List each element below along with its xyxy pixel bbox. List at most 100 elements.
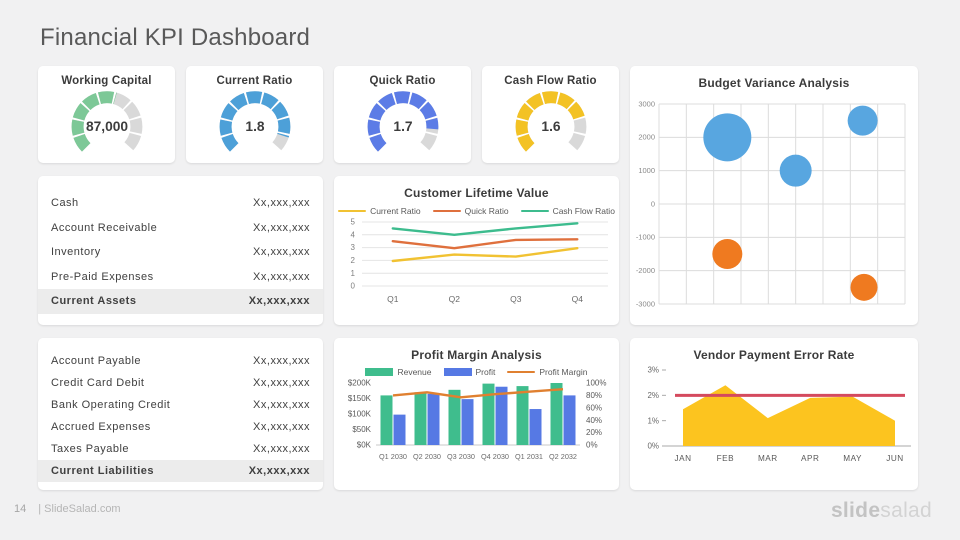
cash-flow-ratio-gauge: 1.6 <box>505 88 597 161</box>
row-value: Xx,xxx,xxx <box>253 246 310 259</box>
legend-swatch-bar <box>443 368 472 376</box>
row-value: Xx,xxx,xxx <box>248 295 310 308</box>
row-label: Account Payable <box>51 355 142 367</box>
svg-text:3%: 3% <box>647 366 659 375</box>
row-value: Xx,xxx,xxx <box>248 465 310 477</box>
legend-swatch-line <box>338 209 367 213</box>
legend-swatch-line <box>507 370 536 374</box>
svg-text:$50K: $50K <box>352 425 371 434</box>
slidesalad-logo: slidesalad <box>831 499 932 523</box>
row-value: Xx,xxx,xxx <box>253 421 310 433</box>
vendor-error-card: Vendor Payment Error Rate 3% 2% 1% 0% JAN FEB… <box>630 338 918 490</box>
svg-text:MAR: MAR <box>758 454 778 463</box>
footer-site-link: | SlideSalad.com <box>38 503 121 515</box>
svg-text:40%: 40% <box>586 416 602 425</box>
customer-lifetime-value-card: Customer Lifetime Value Current Ratio Qui… <box>334 176 619 325</box>
row-value: Xx,xxx,xxx <box>253 270 310 283</box>
profit-margin-card: Profit Margin Analysis Revenue Profit Prof… <box>334 338 619 490</box>
row-label: Cash <box>51 197 79 210</box>
clv-chart: 0 1 2 3 4 5 Q1 Q2 Q3 Q4 <box>334 216 619 308</box>
gauge-canvas: 1.8 <box>219 91 290 152</box>
row-label: Taxes Payable <box>51 443 130 455</box>
svg-text:Q2 2030: Q2 2030 <box>413 452 441 461</box>
row-label: Current Assets <box>51 295 137 308</box>
svg-text:-2000: -2000 <box>636 266 655 275</box>
table-row: Account Receivable Xx,xxx,xxx <box>38 216 323 241</box>
table-total-row: Current Assets Xx,xxx,xxx <box>38 289 323 314</box>
row-label: Bank Operating Credit <box>51 399 171 411</box>
svg-text:3: 3 <box>351 243 356 252</box>
svg-text:60%: 60% <box>586 403 602 412</box>
svg-text:FEB: FEB <box>717 454 734 463</box>
vendor-error-canvas: 3% 2% 1% 0% JAN FEB MAR APR MAY JUN <box>647 366 911 463</box>
svg-text:APR: APR <box>801 454 819 463</box>
svg-text:JAN: JAN <box>675 454 692 463</box>
vendor-error-chart: 3% 2% 1% 0% JAN FEB MAR APR MAY JUN <box>630 364 918 470</box>
row-label: Current Liabilities <box>51 465 155 477</box>
row-label: Accrued Expenses <box>51 421 151 433</box>
gauge-canvas: 87,000 <box>71 91 142 152</box>
svg-text:Q4 2030: Q4 2030 <box>481 452 509 461</box>
svg-text:Q2: Q2 <box>449 294 461 304</box>
current-ratio-gauge: 1.8 <box>209 88 301 161</box>
legend-item: Profit <box>443 367 495 377</box>
footer: 14 | SlideSalad.com <box>14 503 121 515</box>
page-title: Financial KPI Dashboard <box>40 24 311 51</box>
svg-text:Q4: Q4 <box>572 294 584 304</box>
legend-swatch-line <box>520 209 549 213</box>
legend-label: Current Ratio <box>370 206 421 216</box>
svg-text:1.8: 1.8 <box>245 119 264 134</box>
legend-item: Quick Ratio <box>432 206 509 216</box>
table-total-row: Current Liabilities Xx,xxx,xxx <box>38 460 323 482</box>
legend-label: Revenue <box>397 367 432 377</box>
svg-text:1.7: 1.7 <box>393 119 412 134</box>
current-liabilities-table: Account Payable Xx,xxx,xxx Credit Card Deb… <box>38 338 323 490</box>
profit-margin-chart: $0K $50K $100K $150K $200K 0% 20% 40% 60% 80% 100%… <box>334 377 619 467</box>
chart-title: Budget Variance Analysis <box>698 76 850 90</box>
svg-text:Q2 2032: Q2 2032 <box>549 452 577 461</box>
svg-text:2%: 2% <box>647 391 659 400</box>
budget-variance-card: Budget Variance Analysis 3000 2000 1000 0 -1… <box>630 66 918 325</box>
svg-text:0%: 0% <box>586 441 598 450</box>
legend-swatch-bar <box>365 368 394 376</box>
svg-text:0: 0 <box>351 282 356 291</box>
table-row: Accrued Expenses Xx,xxx,xxx <box>38 416 323 438</box>
legend-item: Cash Flow Ratio <box>520 206 615 216</box>
row-label: Pre-Paid Expenses <box>51 270 154 283</box>
clv-legend: Current Ratio Quick Ratio Cash Flow Ratio <box>334 206 619 216</box>
chart-title: Profit Margin Analysis <box>411 348 542 362</box>
svg-text:4: 4 <box>351 230 356 239</box>
svg-text:Q3 2030: Q3 2030 <box>447 452 475 461</box>
table-row: Inventory Xx,xxx,xxx <box>38 240 323 265</box>
legend-label: Profit Margin <box>539 367 588 377</box>
svg-text:80%: 80% <box>586 391 602 400</box>
kpi-card-working-capital: Working Capital 87,000 <box>38 66 175 163</box>
table-row: Taxes Payable Xx,xxx,xxx <box>38 438 323 460</box>
logo-bold-part: slide <box>830 499 881 522</box>
legend-label: Cash Flow Ratio <box>552 206 615 216</box>
legend-item: Profit Margin <box>507 367 588 377</box>
page-number: 14 <box>14 503 27 515</box>
profit-margin-canvas: $0K $50K $100K $150K $200K 0% 20% 40% 60% 80% 100%… <box>348 379 607 461</box>
svg-text:$0K: $0K <box>357 441 372 450</box>
table-row: Account Payable Xx,xxx,xxx <box>38 350 323 372</box>
current-assets-table: Cash Xx,xxx,xxx Account Receivable Xx,xxx,x… <box>38 176 323 325</box>
clv-chart-canvas: 0 1 2 3 4 5 Q1 Q2 Q3 Q4 <box>351 218 608 304</box>
kpi-card-title: Cash Flow Ratio <box>504 75 597 87</box>
row-label: Inventory <box>51 246 101 259</box>
gauge-canvas: 1.7 <box>367 91 438 152</box>
svg-text:0%: 0% <box>647 442 659 451</box>
svg-text:1000: 1000 <box>638 166 655 175</box>
svg-text:100%: 100% <box>586 379 606 388</box>
budget-variance-chart: 3000 2000 1000 0 -1000 -2000 -3000 <box>630 96 918 314</box>
row-value: Xx,xxx,xxx <box>253 355 310 367</box>
row-value: Xx,xxx,xxx <box>253 399 310 411</box>
svg-text:Q1 2030: Q1 2030 <box>379 452 407 461</box>
legend-item: Revenue <box>365 367 432 377</box>
kpi-card-title: Quick Ratio <box>369 75 436 87</box>
svg-text:20%: 20% <box>586 428 602 437</box>
svg-text:3000: 3000 <box>638 99 655 108</box>
legend-label: Quick Ratio <box>464 206 509 216</box>
svg-text:-3000: -3000 <box>636 299 655 308</box>
svg-text:$150K: $150K <box>348 394 372 403</box>
